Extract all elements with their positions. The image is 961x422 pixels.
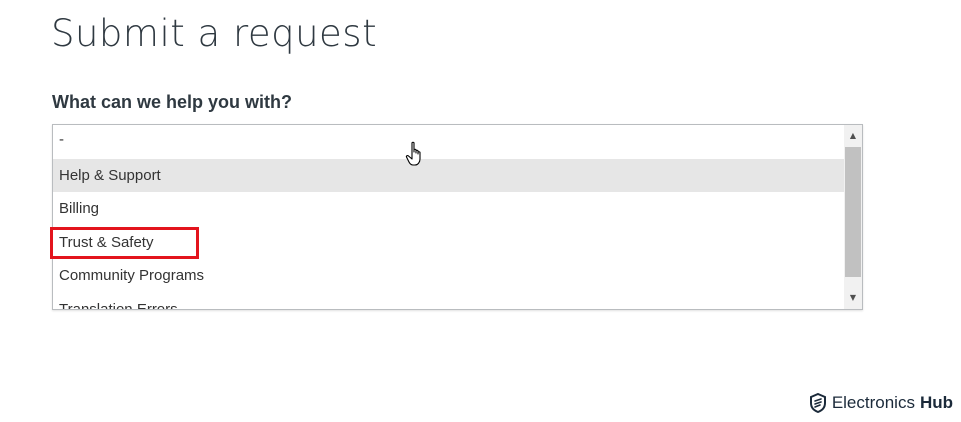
watermark-brand-first: Electronics <box>831 393 915 412</box>
options-list: - Help & Support Billing Trust & Safety … <box>53 125 844 309</box>
watermark: Electronics Hub <box>809 393 953 413</box>
option-translation-errors[interactable]: Translation Errors <box>53 293 844 309</box>
hand-pointer-icon <box>405 141 421 166</box>
watermark-brand-second: Hub <box>919 393 953 412</box>
page-title: Submit a request <box>51 12 378 55</box>
option-help-support[interactable]: Help & Support <box>53 158 844 193</box>
shield-logo-icon <box>809 393 826 413</box>
triangle-down-icon[interactable]: ▼ <box>844 289 862 307</box>
listbox-scrollbar[interactable]: ▲ ▼ <box>844 125 862 309</box>
triangle-up-icon[interactable]: ▲ <box>844 127 862 145</box>
help-topic-label: What can we help you with? <box>52 92 293 112</box>
option-placeholder[interactable]: - <box>53 125 844 159</box>
help-topic-listbox[interactable]: - Help & Support Billing Trust & Safety … <box>52 124 863 310</box>
scrollbar-thumb[interactable] <box>845 147 861 277</box>
option-community-programs[interactable]: Community Programs <box>53 259 844 293</box>
option-billing[interactable]: Billing <box>53 192 844 226</box>
page: Submit a request What can we help you wi… <box>0 0 961 422</box>
option-trust-safety[interactable]: Trust & Safety <box>53 226 844 260</box>
